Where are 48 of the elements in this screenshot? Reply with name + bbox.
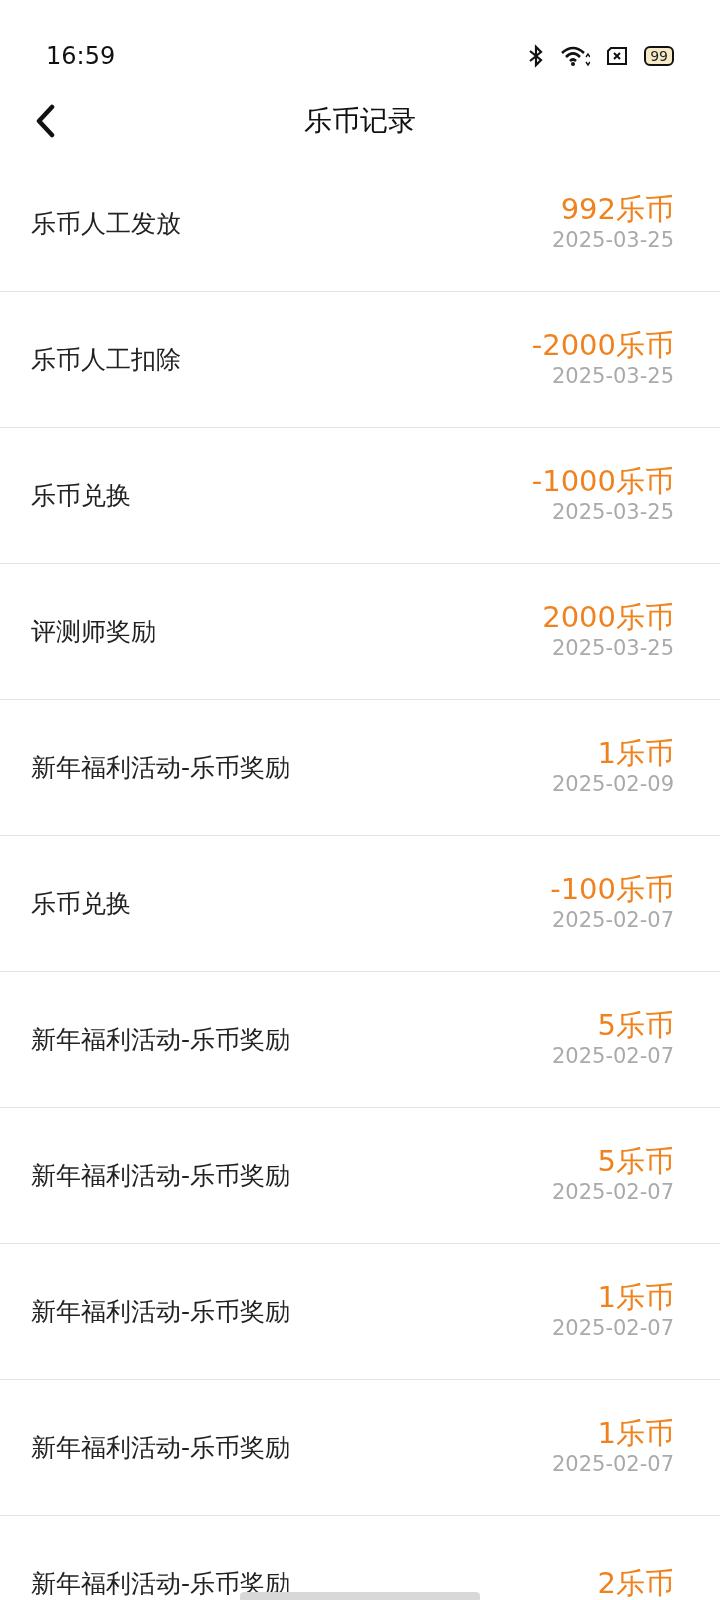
record-row[interactable]: 新年福利活动-乐币奖励 1乐币 2025-02-07 [0,1244,720,1380]
record-date: 2025-02-07 [551,906,674,934]
record-amount: -1000乐币 [531,465,674,499]
record-amount: 5乐币 [597,1009,674,1043]
record-label: 乐币人工扣除 [31,343,181,376]
record-date: 2025-03-25 [551,226,674,254]
record-amount: -2000乐币 [531,329,674,363]
page-title: 乐币记录 [304,103,416,139]
record-date: 2025-02-07 [551,1450,674,1478]
record-label: 乐币人工发放 [31,207,181,240]
record-date: 2025-02-07 [551,1042,674,1070]
record-row[interactable]: 乐币兑换 -100乐币 2025-02-07 [0,836,720,972]
record-row[interactable]: 新年福利活动-乐币奖励 5乐币 2025-02-07 [0,972,720,1108]
status-time: 16:59 [46,41,116,72]
record-label: 新年福利活动-乐币奖励 [31,1159,291,1192]
record-row[interactable]: 评测师奖励 2000乐币 2025-03-25 [0,564,720,700]
record-label: 新年福利活动-乐币奖励 [31,1023,291,1056]
record-label: 乐币兑换 [31,479,131,512]
record-date: 2025-03-25 [551,362,674,390]
record-amount: 1乐币 [597,1417,674,1451]
record-label: 乐币兑换 [31,887,131,920]
bluetooth-icon [528,44,545,68]
battery-indicator: 99 [644,46,674,66]
record-amount: 1乐币 [597,1281,674,1315]
record-date: 2025-02-07 [551,1178,674,1206]
record-label: 评测师奖励 [31,615,156,648]
record-label: 新年福利活动-乐币奖励 [31,1295,291,1328]
record-row[interactable]: 新年福利活动-乐币奖励 1乐币 2025-02-07 [0,1380,720,1516]
record-row[interactable]: 乐币兑换 -1000乐币 2025-03-25 [0,428,720,564]
record-amount: 992乐币 [560,193,674,227]
record-amount: 1乐币 [597,737,674,771]
record-row[interactable]: 乐币人工扣除 -2000乐币 2025-03-25 [0,292,720,428]
record-row[interactable]: 乐币人工发放 992乐币 2025-03-25 [0,156,720,292]
record-date: 2025-03-25 [551,498,674,526]
sim-card-icon [606,47,629,65]
record-row[interactable]: 新年福利活动-乐币奖励 5乐币 2025-02-07 [0,1108,720,1244]
record-amount: 2乐币 [597,1566,674,1600]
record-date: 2025-02-07 [551,1314,674,1342]
record-amount: 5乐币 [597,1145,674,1179]
record-amount: 2000乐币 [542,601,674,635]
record-date: 2025-03-25 [551,634,674,662]
wifi-icon [560,45,591,67]
record-amount: -100乐币 [550,873,674,907]
record-row[interactable]: 新年福利活动-乐币奖励 1乐币 2025-02-09 [0,700,720,836]
record-label: 新年福利活动-乐币奖励 [31,751,291,784]
record-label: 新年福利活动-乐币奖励 [31,1431,291,1464]
back-icon [34,104,56,138]
record-date: 2025-02-09 [551,770,674,798]
